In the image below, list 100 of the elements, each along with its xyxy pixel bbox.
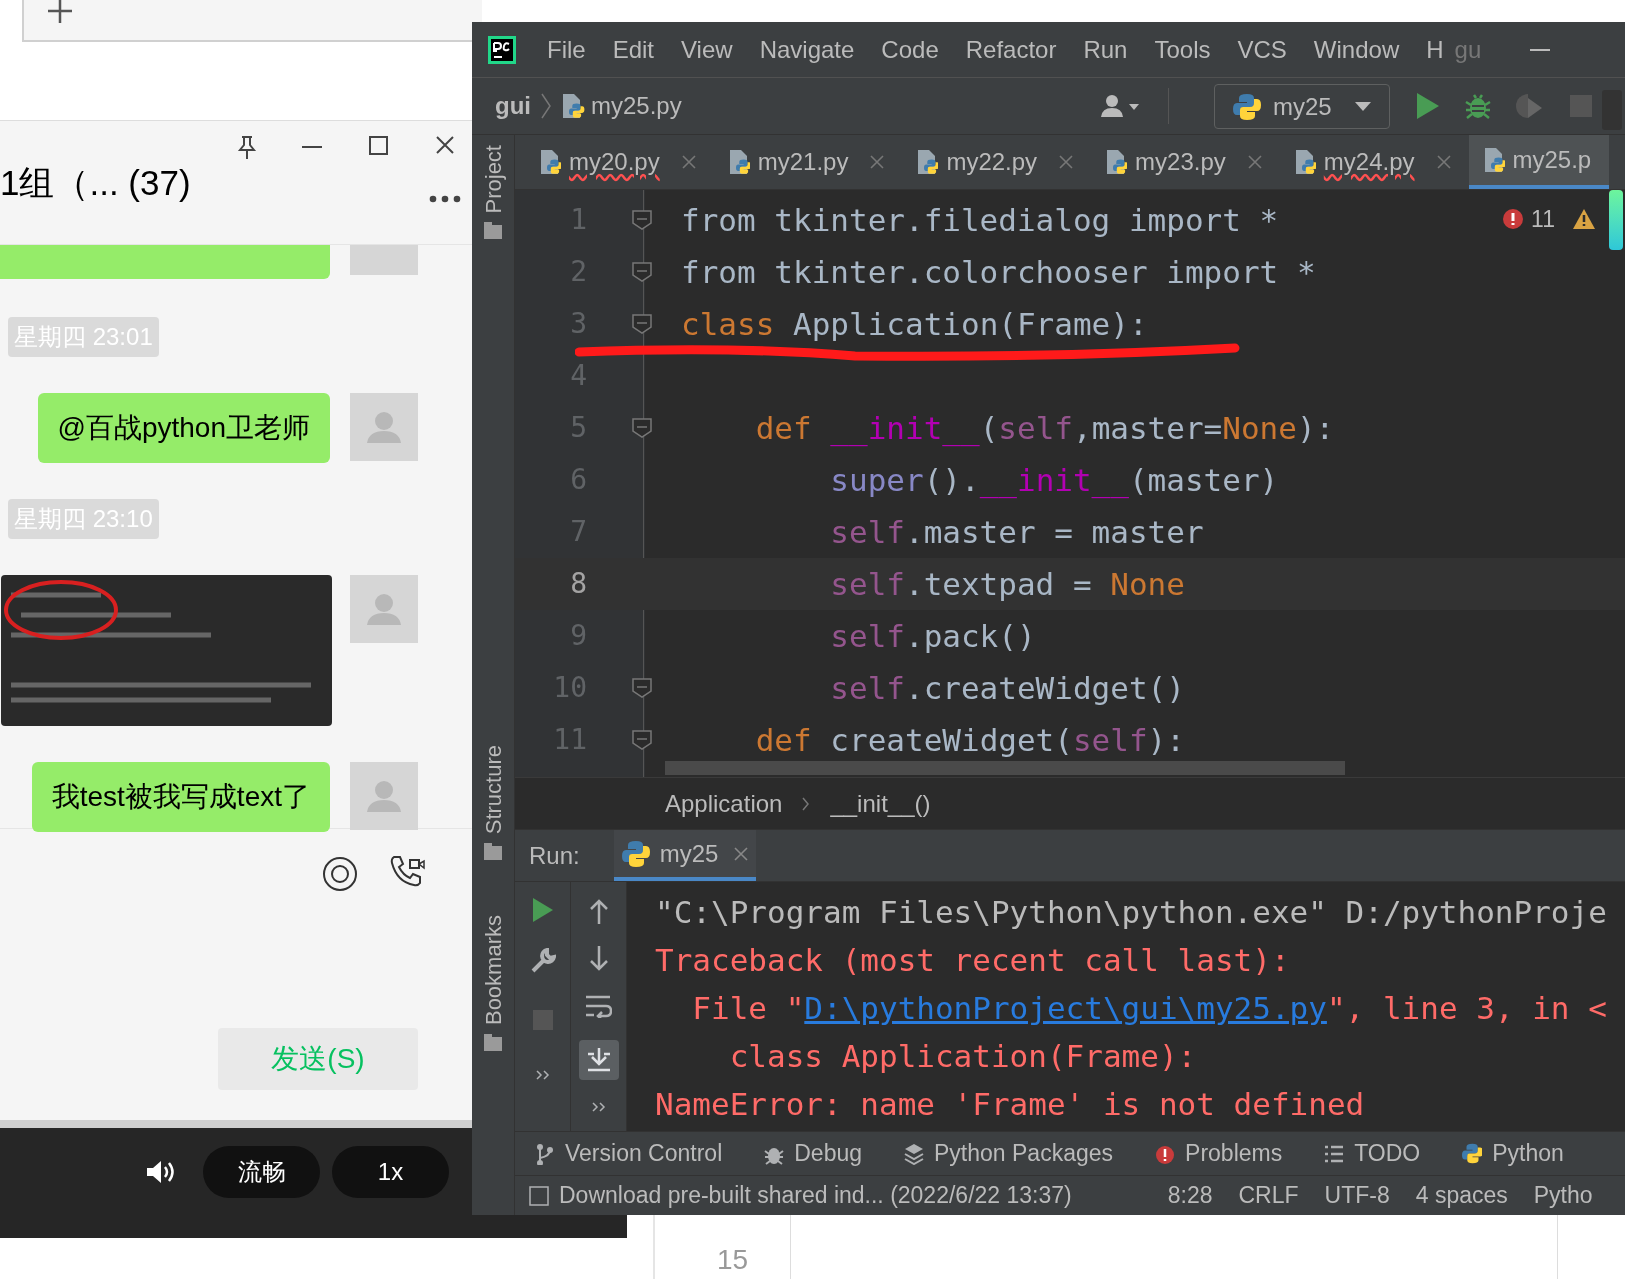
message-bubble: @百战python卫老师 — [37, 393, 330, 463]
scroll-to-end-icon[interactable] — [578, 1040, 619, 1080]
window-title: gu — [1454, 34, 1482, 65]
vertical-scrollbar[interactable] — [1609, 190, 1623, 250]
run-icon[interactable] — [1417, 93, 1439, 119]
branch-icon — [535, 1142, 555, 1165]
pin-icon[interactable] — [237, 135, 257, 159]
python-icon — [1462, 1142, 1483, 1165]
avatar — [350, 575, 418, 643]
fold-marker-icon[interactable] — [632, 210, 652, 230]
menu-item[interactable]: Navigate — [759, 31, 855, 68]
target-icon[interactable] — [322, 856, 358, 892]
fold-marker-icon[interactable] — [632, 418, 652, 438]
menu-item[interactable]: Edit — [612, 31, 655, 68]
avatar — [350, 245, 418, 275]
menu-item[interactable]: View — [681, 31, 733, 68]
python-file-icon — [916, 149, 939, 175]
minimize-icon[interactable] — [302, 145, 322, 149]
horizontal-scrollbar[interactable] — [665, 761, 1345, 775]
menu-item[interactable]: VCS — [1237, 31, 1287, 68]
run-config-dropdown[interactable]: my25 — [1214, 84, 1390, 129]
breadcrumb-project[interactable]: gui — [495, 88, 531, 124]
code-line: def createWidget(self): — [754, 724, 1185, 756]
chevron-right-icon[interactable] — [591, 1102, 606, 1112]
chevron-right-icon — [541, 93, 551, 119]
tool-window-button[interactable]: TODO — [1324, 1136, 1421, 1171]
arrow-down-icon[interactable] — [588, 946, 609, 972]
breadcrumb-item[interactable]: __init__() — [830, 785, 931, 822]
wrench-icon[interactable] — [529, 948, 556, 974]
status-message[interactable]: Download pre-built shared ind... (2022/6/22 13:37) — [559, 1178, 1072, 1213]
fold-marker-icon[interactable] — [632, 678, 652, 698]
menu-item[interactable]: Refactor — [965, 31, 1057, 68]
file-tab[interactable]: my21.py — [713, 135, 903, 189]
tool-window-button[interactable]: Python — [1462, 1136, 1564, 1171]
square-icon[interactable] — [529, 1185, 549, 1206]
user-icon[interactable] — [1100, 93, 1140, 119]
file-tab[interactable]: my25.p — [1468, 135, 1610, 189]
error-icon[interactable] — [1503, 209, 1524, 230]
file-link[interactable]: D:\pythonProject\gui\my25.py — [804, 990, 1327, 1026]
folder-icon[interactable] — [483, 221, 503, 240]
file-tab[interactable]: my22.py — [902, 135, 1092, 189]
fold-marker-icon[interactable] — [632, 730, 652, 750]
chevron-right-icon[interactable] — [535, 1070, 550, 1080]
tool-window-button[interactable]: Python Packages — [904, 1136, 1114, 1171]
menu-item[interactable]: Tools — [1154, 31, 1211, 68]
menu-item[interactable]: File — [547, 31, 586, 68]
bug-icon[interactable] — [1464, 92, 1492, 120]
message-bubble: 我test被我写成text了 — [31, 762, 330, 832]
menu-item[interactable]: H — [1426, 31, 1444, 68]
volume-icon[interactable] — [145, 1159, 175, 1185]
quality-button[interactable]: 流畅 — [203, 1146, 320, 1198]
error-count[interactable]: 11 — [1531, 202, 1555, 237]
app-logo-icon[interactable] — [488, 35, 516, 64]
console-line: class Application(Frame): — [728, 1037, 1197, 1076]
run-label: Run: — [529, 840, 580, 871]
chevron-right-icon — [802, 796, 811, 811]
status-item[interactable]: 4 spaces — [1415, 1178, 1508, 1213]
breadcrumb-file[interactable]: my25.py — [591, 88, 682, 124]
console-line: "C:\Program Files\Python\python.exe" D:/pythonProje — [655, 893, 1607, 932]
console-line: File "D:\pythonProject\gui\my25.py", line 3, in < — [691, 989, 1607, 1028]
tool-window-tab[interactable]: Structure — [476, 745, 510, 835]
tool-window-button[interactable]: Problems — [1155, 1136, 1283, 1171]
console-line: Traceback (most recent call last): — [655, 941, 1290, 980]
warning-icon[interactable] — [1573, 209, 1595, 230]
close-icon[interactable] — [436, 136, 454, 154]
status-item[interactable]: 8:28 — [1167, 1178, 1213, 1213]
console-line: NameError: name 'Frame' is not defined — [655, 1085, 1365, 1124]
run-tab[interactable]: my25 — [613, 830, 757, 881]
file-tab[interactable]: my20.py — [525, 135, 714, 189]
tool-window-button[interactable]: Version Control — [535, 1136, 723, 1171]
minimize-icon[interactable] — [1530, 48, 1551, 51]
soft-wrap-icon[interactable] — [585, 994, 612, 1018]
fold-marker-icon[interactable] — [632, 262, 652, 282]
caret-icon — [1355, 102, 1371, 111]
rerun-icon[interactable] — [532, 898, 553, 922]
chat-title: 1组（... (37) — [0, 162, 191, 204]
tool-window-tab[interactable]: Bookmarks — [476, 915, 510, 1026]
code-line: self.textpad = None — [829, 568, 1185, 600]
breadcrumb-item[interactable]: Application — [665, 785, 783, 822]
more-icon[interactable] — [429, 195, 461, 203]
python-icon — [621, 839, 650, 868]
fold-marker-icon[interactable] — [632, 314, 652, 334]
tool-window-tab[interactable]: Project — [476, 145, 510, 214]
arrow-up-icon[interactable] — [588, 898, 609, 924]
status-item[interactable]: Pytho — [1533, 1178, 1593, 1213]
tool-window-button[interactable]: Debug — [764, 1136, 863, 1171]
menu-item[interactable]: Code — [881, 31, 939, 68]
menu-item[interactable]: Run — [1083, 31, 1128, 68]
speed-button[interactable]: 1x — [332, 1146, 449, 1198]
code-editor[interactable] — [515, 190, 1625, 777]
menu-item[interactable]: Window — [1313, 31, 1400, 68]
plus-icon[interactable] — [47, 0, 73, 24]
status-item[interactable]: UTF-8 — [1324, 1178, 1390, 1213]
python-file-icon — [1293, 149, 1316, 175]
status-item[interactable]: CRLF — [1238, 1178, 1299, 1213]
file-tab[interactable]: my24.py — [1279, 135, 1469, 189]
file-tab[interactable]: my23.py — [1091, 135, 1280, 189]
line-number: 8 — [569, 566, 587, 602]
image-thumbnail[interactable] — [1, 575, 332, 726]
maximize-icon[interactable] — [369, 136, 388, 155]
